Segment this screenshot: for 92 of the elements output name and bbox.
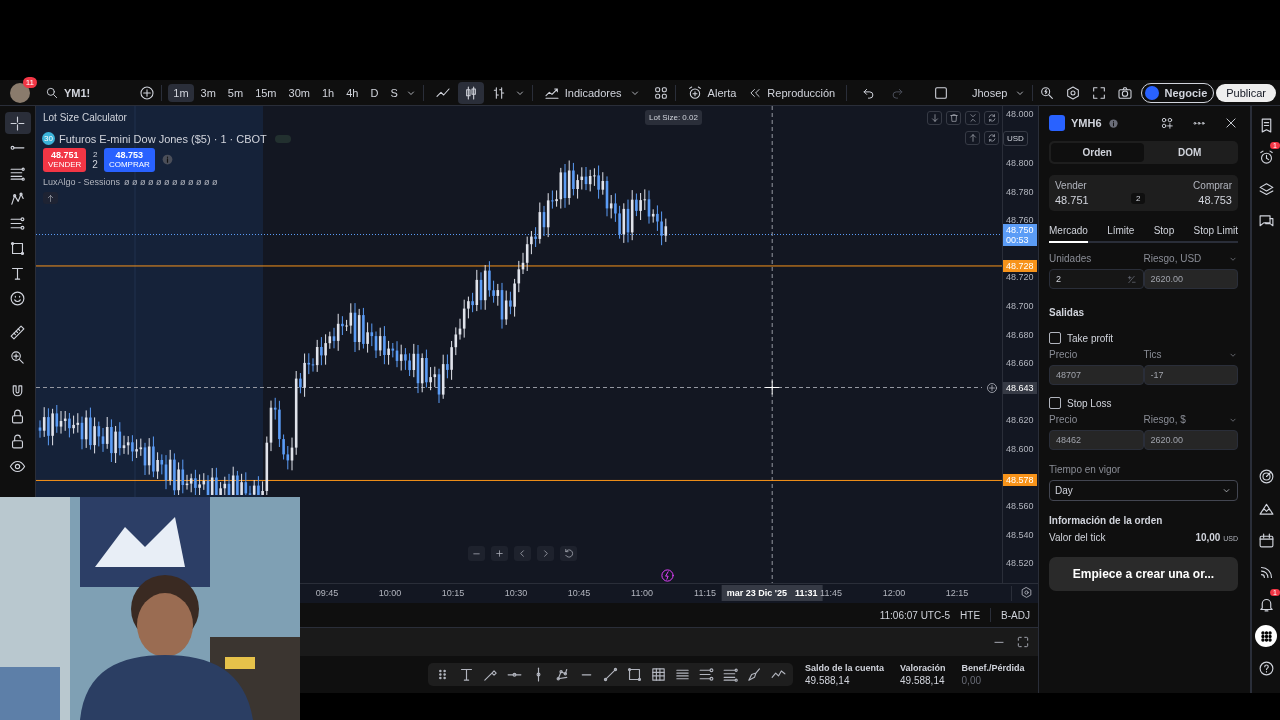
sell-price[interactable]: 48.751 — [1055, 194, 1089, 206]
checkbox-label[interactable]: Take profit — [1067, 332, 1114, 344]
units-field[interactable]: 2 — [1049, 269, 1144, 289]
time-tick-label: 12:00 — [882, 588, 906, 598]
spread-value: 2 — [92, 150, 98, 160]
interval-button[interactable]: 30m — [283, 83, 315, 102]
panel-tab[interactable]: DOM — [1143, 143, 1236, 162]
replay-button[interactable]: Reproducción — [743, 82, 841, 103]
info-value: 10,00 — [1195, 532, 1221, 543]
symbol-search[interactable]: YM1! — [40, 82, 96, 103]
price-tick-label: 48.720 — [1006, 272, 1034, 283]
date-label: mar 23 Dic '25 — [726, 588, 787, 598]
buy-label[interactable]: Comprar — [1193, 180, 1232, 191]
order-type-tab[interactable]: Stop Limit — [1193, 221, 1238, 243]
spread-value: 2 — [92, 160, 98, 170]
field-label: Unidades — [1049, 253, 1093, 264]
interval-button[interactable]: 1h — [316, 83, 340, 102]
field-label[interactable]: Riesgo, USD — [1143, 253, 1228, 264]
time-tick-label: 11:15 — [694, 588, 716, 598]
interval-button[interactable]: D — [365, 83, 384, 102]
alert-button[interactable]: Alerta — [681, 81, 742, 104]
account-label: Valoración — [900, 663, 946, 673]
interval-button[interactable]: 15m — [250, 83, 282, 102]
price-tick-label: 48.620 — [1006, 415, 1034, 426]
indicator-values: ø ø ø ø ø ø ø ø ø ø ø ø — [124, 177, 218, 187]
time-tick-label: 10:30 — [504, 588, 528, 598]
account-value: 49.588,14 — [805, 675, 851, 686]
order-type-tab[interactable]: Límite — [1107, 221, 1135, 243]
price-tick-label: 48.540 — [1006, 529, 1034, 540]
publish-button[interactable]: Publicar — [1216, 83, 1276, 102]
interval-button[interactable]: 5m — [222, 83, 249, 102]
section-title: Información de la orden — [1049, 515, 1164, 526]
time-tick-label: 11:00 — [631, 588, 653, 598]
price-tick-label: 48.700 — [1006, 301, 1034, 311]
clock[interactable]: 11:06:07 UTC-5 — [879, 609, 951, 621]
field-label: Tiempo en vigor — [1049, 464, 1122, 475]
panel-tab[interactable]: Orden — [1051, 143, 1144, 162]
account-label: Saldo de la cuenta — [805, 663, 885, 673]
interval-button[interactable]: 1m — [168, 83, 194, 102]
lot-size-label: Lot Size: 0.02 — [645, 110, 702, 125]
price-tag: 48.728 — [1003, 259, 1037, 272]
field-label: Precio — [1049, 414, 1079, 425]
time-in-force-select[interactable]: Day — [1049, 480, 1238, 501]
price-tag: 48.643 — [1003, 381, 1037, 394]
sell-label[interactable]: Vender — [1055, 180, 1089, 191]
spread-value: 2 — [1131, 193, 1146, 204]
field-label[interactable]: Tics — [1143, 349, 1228, 360]
symbol-label: YMH6 — [1071, 117, 1102, 129]
checkbox-label[interactable]: Stop Loss — [1067, 397, 1112, 409]
time-tick-label: 12:15 — [945, 588, 969, 598]
indicator-name[interactable]: LuxAlgo - Sessions — [43, 177, 121, 187]
price-tick-label: 48.780 — [1006, 186, 1034, 197]
order-type-tab[interactable]: Mercado — [1049, 221, 1088, 243]
notification-badge: 11 — [22, 76, 37, 88]
adjustment-label[interactable]: B-ADJ — [1001, 609, 1030, 621]
field-label: Precio — [1049, 349, 1079, 360]
time-tick-label: 10:45 — [567, 588, 591, 598]
price-tick-label: 48.800 — [1006, 158, 1034, 168]
price-tick-label: 48.760 — [1006, 215, 1034, 226]
sell-button[interactable]: 48.751 VENDER — [43, 148, 87, 172]
price-tick-label: 48.000 — [1006, 109, 1034, 119]
time-tick-label: 11:45 — [820, 588, 842, 598]
time-tick-label: 10:15 — [441, 588, 465, 598]
interval-button[interactable]: 4h — [341, 83, 364, 102]
buy-button[interactable]: 48.753 COMPRAR — [103, 148, 155, 172]
section-title: Salidas — [1049, 307, 1086, 318]
interval-button[interactable]: 3m — [195, 83, 221, 102]
symbol-title[interactable]: Futuros E-mini Dow Jones ($5) · 1 · CBOT — [59, 132, 267, 145]
session-label[interactable]: HTE — [960, 609, 981, 621]
order-type-tab[interactable]: Stop — [1153, 221, 1175, 243]
price-tick-label: 48.680 — [1006, 329, 1034, 340]
account-value: 49.588,14 — [900, 675, 946, 686]
info-label: Valor del tick — [1049, 532, 1106, 543]
price-tag: 48.750 00:53 — [1003, 223, 1037, 246]
price-tick-label: 48.520 — [1006, 558, 1034, 569]
price-tick-label: 48.600 — [1006, 444, 1034, 454]
price-tag: 48.578 — [1003, 474, 1037, 487]
indicators-button[interactable]: Indicadores — [538, 81, 627, 104]
price-tick-label: 48.660 — [1006, 358, 1034, 369]
buy-price[interactable]: 48.753 — [1198, 194, 1232, 206]
price-tick-label: 48.560 — [1006, 501, 1034, 512]
time-label: 11:31 — [795, 588, 818, 598]
currency-dropdown[interactable]: USD — [1003, 131, 1028, 146]
account-label: Benef./Pérdida — [961, 663, 1025, 673]
account-value: 0,00 — [961, 675, 983, 686]
time-tick-label: 09:45 — [315, 588, 339, 598]
interval-button[interactable]: S — [385, 83, 403, 102]
field-label[interactable]: Riesgo, $ — [1143, 414, 1228, 425]
time-tick-label: 10:00 — [378, 588, 402, 598]
create-order-button[interactable]: Empiece a crear una or... — [1049, 557, 1238, 591]
study-title: Lot Size Calculator — [43, 112, 127, 123]
layout-name[interactable]: Jhosep — [966, 83, 1013, 102]
